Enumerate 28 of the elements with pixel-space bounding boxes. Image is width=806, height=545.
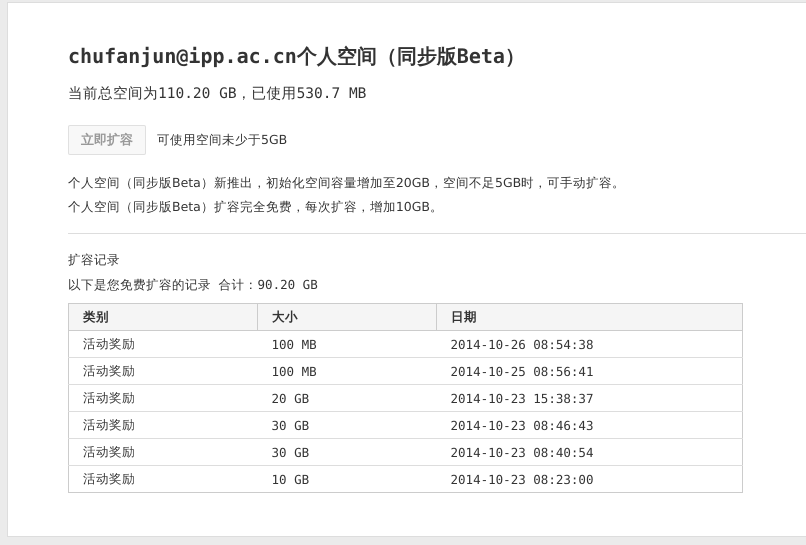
- column-header: 大小: [258, 304, 436, 330]
- expand-hint: 可使用空间未少于5GB: [157, 132, 288, 148]
- table-cell: 活动奖励: [68, 412, 258, 438]
- storage-usage: 当前总空间为110.20 GB，已使用530.7 MB: [68, 85, 368, 103]
- column-header: 日期: [436, 304, 742, 330]
- table-cell: 活动奖励: [68, 358, 258, 384]
- table-cell: 10 GB: [258, 466, 436, 492]
- section-heading: 扩容记录: [68, 252, 121, 269]
- table-cell: 活动奖励: [68, 384, 258, 412]
- table-cell: 活动奖励: [68, 438, 258, 466]
- records-summary: 以下是您免费扩容的记录 合计：90.20 GB: [68, 277, 319, 294]
- table-cell: 2014-10-25 08:56:41: [436, 358, 742, 384]
- table-cell: 活动奖励: [68, 466, 258, 492]
- table-cell: 2014-10-23 08:46:43: [436, 412, 742, 438]
- table-cell: 30 GB: [258, 438, 436, 466]
- table-cell: 100 MB: [258, 330, 436, 358]
- table-cell: 2014-10-26 08:54:38: [436, 330, 742, 358]
- info-note: 个人空间（同步版Beta）新推出，初始化空间容量增加至20GB，空间不足5GB时，可手动扩容。: [68, 175, 626, 192]
- table-cell: 100 MB: [258, 358, 436, 384]
- page-title: chufanjun@ipp.ac.cn个人空间（同步版Beta）: [68, 43, 526, 70]
- column-header: 类别: [68, 304, 258, 330]
- table-cell: 2014-10-23 08:23:00: [436, 466, 742, 492]
- table-cell: 20 GB: [258, 384, 436, 412]
- table-cell: 2014-10-23 15:38:37: [436, 384, 742, 412]
- table-cell: 30 GB: [258, 412, 436, 438]
- table-cell: 2014-10-23 08:40:54: [436, 438, 742, 466]
- table-cell: 活动奖励: [68, 330, 258, 358]
- info-note: 个人空间（同步版Beta）扩容完全免费，每次扩容，增加10GB。: [68, 199, 444, 216]
